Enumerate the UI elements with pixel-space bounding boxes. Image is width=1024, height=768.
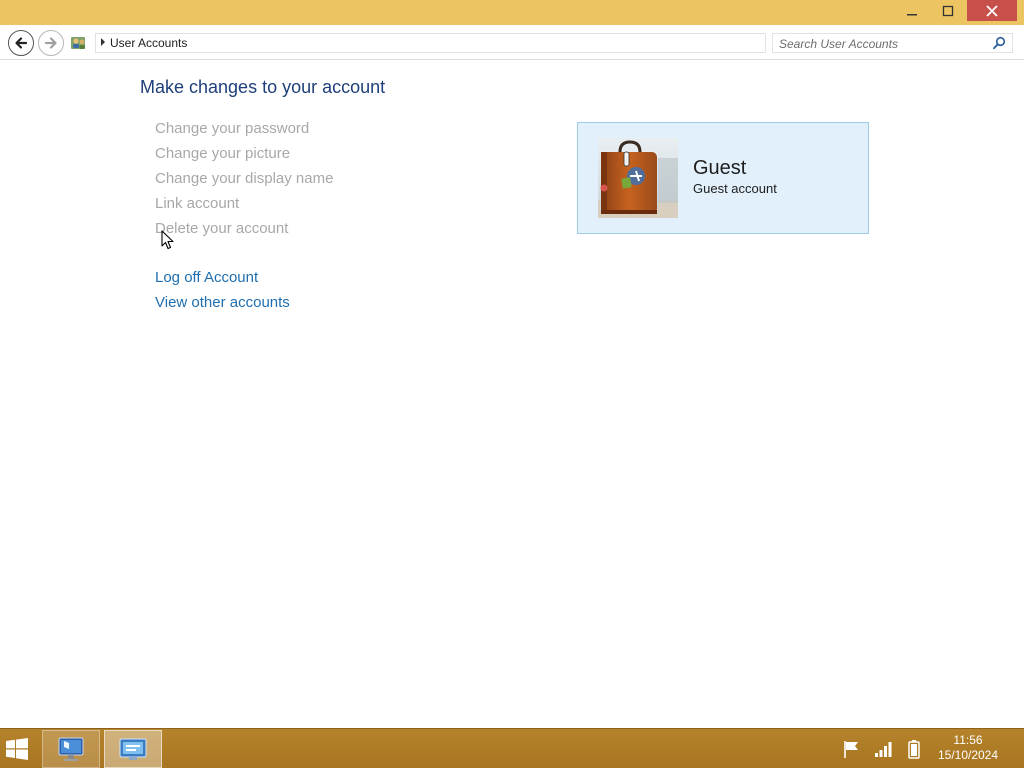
account-type: Guest account: [693, 181, 777, 196]
breadcrumb-user-accounts[interactable]: User Accounts: [110, 36, 187, 50]
account-name: Guest: [693, 157, 747, 179]
search-icon[interactable]: [992, 36, 1006, 50]
back-arrow-icon: [15, 37, 28, 49]
clock-date: 15/10/2024: [937, 748, 999, 762]
log-off-account-link[interactable]: Log off Account: [155, 269, 258, 286]
forward-button[interactable]: [38, 30, 64, 56]
address-field[interactable]: User Accounts: [95, 33, 766, 53]
minimize-button[interactable]: [898, 0, 925, 21]
taskbar: 11:56 15/10/2024: [0, 728, 1024, 768]
maximize-icon: [942, 5, 953, 16]
change-password-link[interactable]: Change your password: [155, 120, 309, 137]
view-other-accounts-link[interactable]: View other accounts: [155, 294, 290, 311]
user-accounts-icon: [71, 37, 85, 49]
close-icon: [986, 4, 998, 17]
navigation-bar: User Accounts Search User Accounts: [0, 25, 1024, 60]
system-clock[interactable]: 11:56 15/10/2024: [930, 733, 1006, 763]
computer-icon: [58, 737, 84, 761]
battery-icon[interactable]: [904, 739, 924, 759]
page-title: Make changes to your account: [140, 77, 386, 97]
change-picture-link[interactable]: Change your picture: [155, 145, 290, 162]
delete-account-link[interactable]: Delete your account: [155, 220, 288, 237]
link-account-link[interactable]: Link account: [155, 195, 239, 212]
taskbar-control-panel-button[interactable]: [104, 730, 162, 768]
clock-time: 11:56: [953, 733, 983, 747]
action-center-flag-icon[interactable]: [842, 739, 862, 759]
change-display-name-link[interactable]: Change your display name: [155, 170, 333, 187]
network-signal-icon[interactable]: [874, 739, 894, 759]
mouse-cursor-icon: [161, 230, 174, 250]
close-button[interactable]: [967, 0, 1017, 21]
breadcrumb-chevron-icon[interactable]: [101, 38, 105, 46]
account-tile: Guest Guest account: [577, 122, 869, 234]
search-input[interactable]: Search User Accounts: [779, 37, 898, 51]
forward-arrow-icon: [44, 37, 57, 49]
minimize-icon: [906, 13, 917, 15]
taskbar-computer-button[interactable]: [42, 730, 100, 768]
maximize-button[interactable]: [934, 0, 961, 21]
back-button[interactable]: [8, 30, 34, 56]
suitcase-icon: [598, 138, 678, 218]
window-titlebar: [0, 0, 1024, 25]
search-box[interactable]: Search User Accounts: [772, 33, 1013, 53]
control-panel-icon: [119, 738, 147, 760]
windows-start-icon[interactable]: [6, 738, 28, 760]
